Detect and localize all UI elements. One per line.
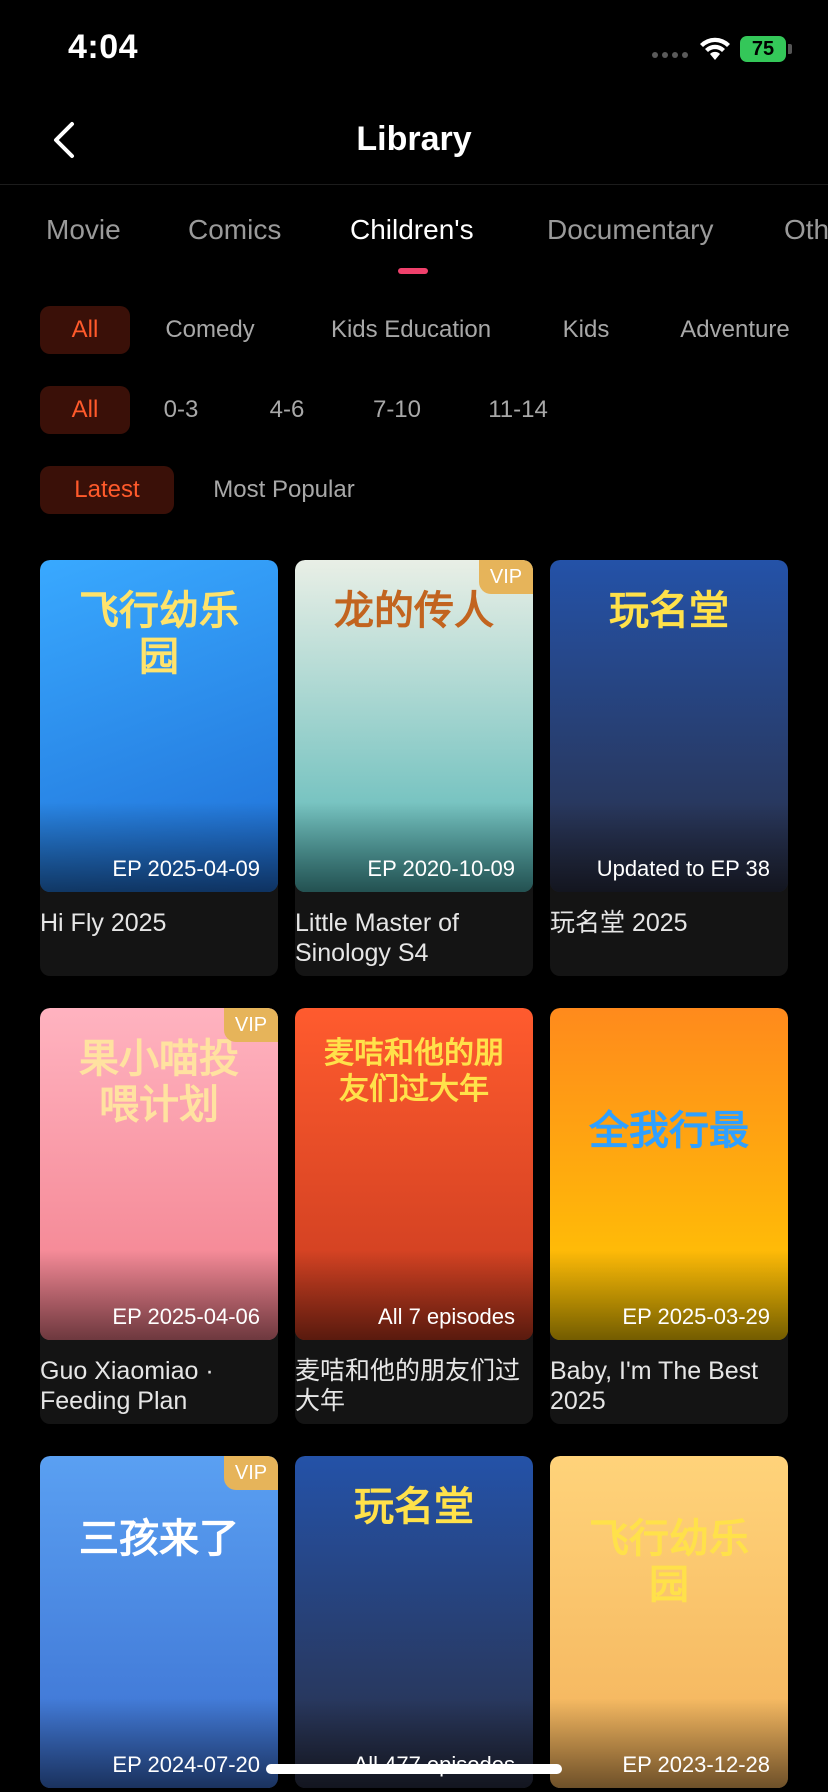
content-card[interactable]: 全我行最 EP 2025-03-29 Baby, I'm The Best 20…	[550, 1008, 788, 1424]
poster-art-text: 飞行幼乐园	[79, 589, 239, 679]
episode-label: EP 2025-04-09	[112, 856, 260, 881]
cellular-signal-icon	[652, 50, 690, 60]
age-filter-4-6[interactable]: 4-6	[252, 386, 322, 434]
tab-movie[interactable]: Movie	[46, 214, 121, 246]
poster-image: 三孩来了 VIP EP 2024-07-20	[40, 1456, 278, 1788]
content-card[interactable]: 飞行幼乐园 EP 2025-04-09 Hi Fly 2025	[40, 560, 278, 976]
episode-label: EP 2023-12-28	[622, 1752, 770, 1777]
age-filter-0-3[interactable]: 0-3	[148, 386, 214, 434]
card-title: 玩名堂 2025	[550, 909, 688, 937]
age-filter-11-14[interactable]: 11-14	[474, 386, 562, 434]
battery-level: 75	[751, 37, 775, 60]
poster-image: 果小喵投喂计划 VIP EP 2025-04-06	[40, 1008, 278, 1340]
genre-filter-kids[interactable]: Kids	[548, 306, 624, 354]
episode-label: EP 2025-03-29	[622, 1304, 770, 1329]
poster-art-text: 麦咭和他的朋友们过大年	[324, 1037, 504, 1106]
poster-art-text: 玩名堂	[609, 589, 729, 633]
card-title: Hi Fly 2025	[40, 909, 167, 937]
tab-other[interactable]: Oth	[784, 214, 828, 246]
sort-most-popular[interactable]: Most Popular	[206, 466, 362, 514]
tab-comics[interactable]: Comics	[188, 214, 281, 246]
sort-latest[interactable]: Latest	[40, 466, 174, 514]
status-bar: 4:04 75	[0, 0, 828, 100]
poster-image: 玩名堂 Updated to EP 38	[550, 560, 788, 892]
battery-cap	[788, 44, 792, 54]
episode-label: EP 2025-04-06	[112, 1304, 260, 1329]
poster-art-text: 全我行最	[589, 1109, 749, 1153]
age-filter-all[interactable]: All	[40, 386, 130, 434]
tab-documentary[interactable]: Documentary	[547, 214, 714, 246]
genre-filter-comedy[interactable]: Comedy	[150, 306, 270, 354]
category-tabs: Movie Comics Children's Documentary Oth	[0, 200, 828, 280]
status-time: 4:04	[68, 28, 139, 66]
content-card[interactable]: 三孩来了 VIP EP 2024-07-20	[40, 1456, 278, 1788]
tab-childrens[interactable]: Children's	[350, 214, 474, 246]
content-card[interactable]: 玩名堂 All 477 episodes	[295, 1456, 533, 1788]
vip-badge: VIP	[224, 1008, 278, 1042]
battery-icon: 75	[740, 36, 786, 62]
poster-image: 飞行幼乐园 EP 2025-04-09	[40, 560, 278, 892]
genre-filter-all[interactable]: All	[40, 306, 130, 354]
poster-image: 全我行最 EP 2025-03-29	[550, 1008, 788, 1340]
home-indicator[interactable]	[266, 1764, 562, 1774]
card-title: Baby, I'm The Best 2025	[550, 1357, 759, 1415]
genre-filter-kids-education[interactable]: Kids Education	[316, 306, 506, 354]
content-card[interactable]: 飞行幼乐园 EP 2023-12-28	[550, 1456, 788, 1788]
episode-label: EP 2024-07-20	[112, 1752, 260, 1777]
episode-label: All 7 episodes	[378, 1304, 515, 1329]
content-card[interactable]: 玩名堂 Updated to EP 38 玩名堂 2025	[550, 560, 788, 976]
wifi-icon	[700, 37, 730, 60]
episode-label: EP 2020-10-09	[367, 856, 515, 881]
vip-badge: VIP	[224, 1456, 278, 1490]
poster-art-text: 飞行幼乐园	[589, 1517, 749, 1607]
poster-art-text: 玩名堂	[354, 1485, 474, 1529]
poster-image: 飞行幼乐园 EP 2023-12-28	[550, 1456, 788, 1788]
content-card[interactable]: 果小喵投喂计划 VIP EP 2025-04-06 Guo Xiaomiao ·…	[40, 1008, 278, 1424]
active-tab-indicator	[398, 268, 428, 274]
nav-header: Library	[0, 100, 828, 185]
age-filter-7-10[interactable]: 7-10	[360, 386, 434, 434]
content-card[interactable]: 麦咭和他的朋友们过大年 All 7 episodes 麦咭和他的朋友们过大年	[295, 1008, 533, 1424]
card-title: 麦咭和他的朋友们过大年	[295, 1357, 521, 1415]
episode-label: Updated to EP 38	[596, 856, 770, 881]
genre-filter-adventure[interactable]: Adventure	[668, 306, 802, 354]
vip-badge: VIP	[479, 560, 533, 594]
card-title: Guo Xiaomiao · Feeding Plan	[40, 1357, 214, 1415]
poster-art-text: 三孩来了	[79, 1517, 239, 1561]
page-title: Library	[356, 120, 472, 158]
poster-image: 龙的传人 VIP EP 2020-10-09	[295, 560, 533, 892]
poster-image: 麦咭和他的朋友们过大年 All 7 episodes	[295, 1008, 533, 1340]
poster-image: 玩名堂 All 477 episodes	[295, 1456, 533, 1788]
poster-art-text: 龙的传人	[334, 589, 494, 633]
poster-art-text: 果小喵投喂计划	[79, 1037, 239, 1127]
card-title: Little Master of Sinology S4	[295, 909, 459, 967]
content-card[interactable]: 龙的传人 VIP EP 2020-10-09 Little Master of …	[295, 560, 533, 976]
